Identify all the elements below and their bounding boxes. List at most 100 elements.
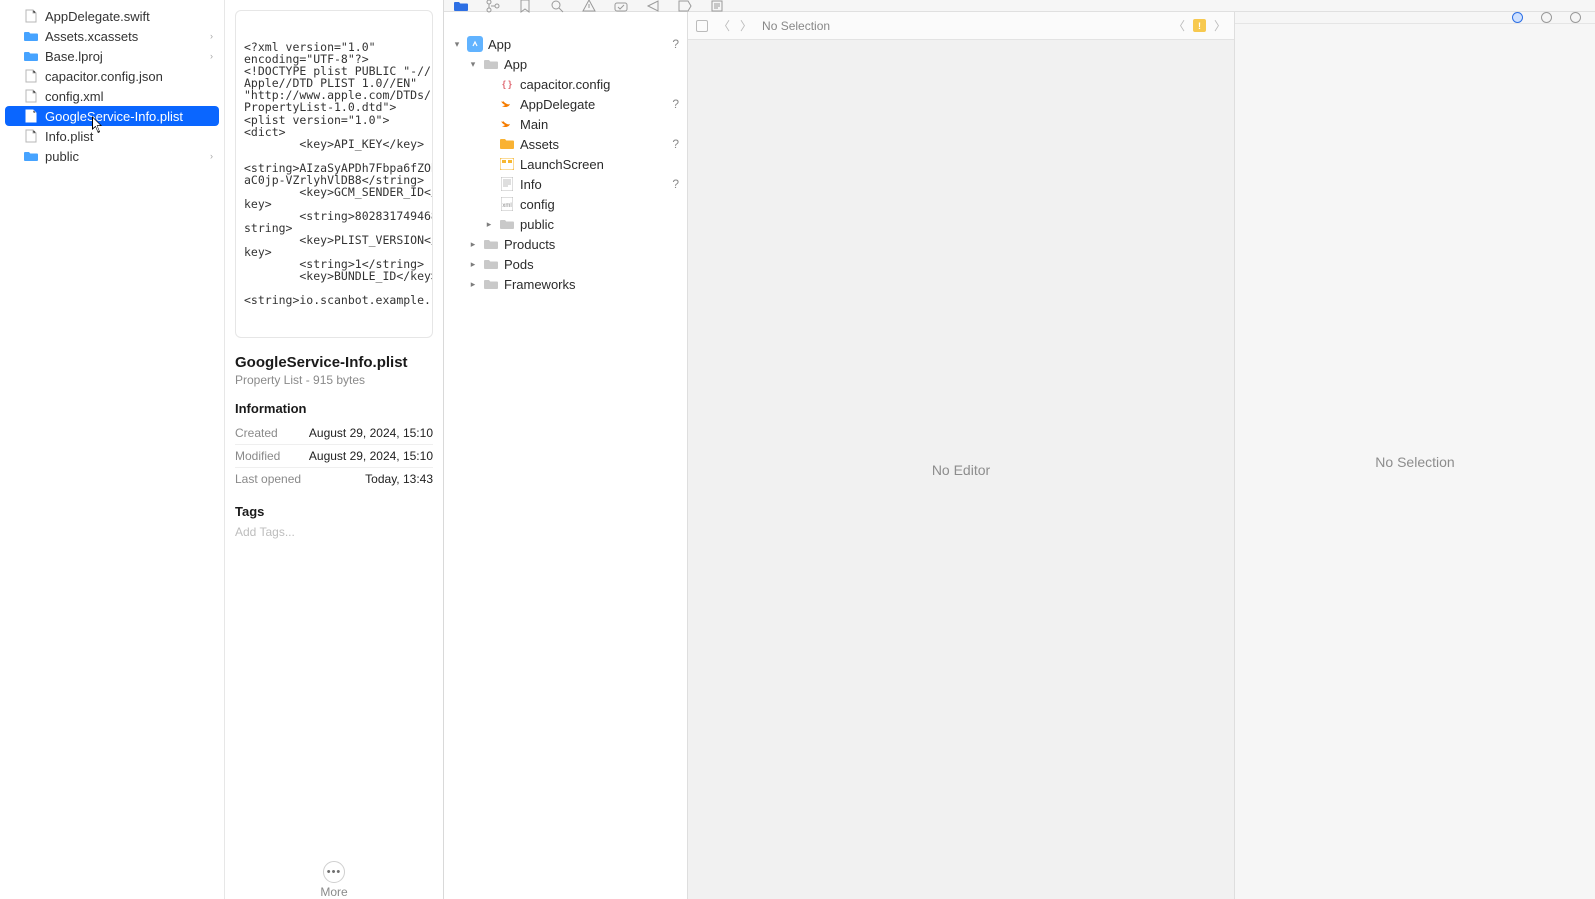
folder-icon — [483, 236, 499, 252]
preview-filename: GoogleService-Info.plist — [235, 354, 433, 371]
chevron-right-icon[interactable]: ▸ — [468, 259, 478, 270]
finder-window: AppDelegate.swiftAssets.xcassets›Base.lp… — [0, 0, 444, 899]
inspector-tabs[interactable] — [1235, 12, 1595, 24]
file-icon — [23, 109, 39, 123]
finder-item-appdelegate-swift[interactable]: AppDelegate.swift — [5, 6, 219, 26]
nav-label: Assets — [520, 137, 559, 152]
tests-icon[interactable] — [614, 0, 628, 13]
file-label: AppDelegate.swift — [45, 9, 150, 24]
file-preview-text: <?xml version="1.0" encoding="UTF-8"?> <… — [235, 10, 433, 338]
assets-icon — [499, 136, 515, 152]
project-navigator[interactable]: ▾App?▾App { }capacitor.config AppDelegat… — [444, 12, 688, 899]
nav-label: Products — [504, 237, 555, 252]
editor-placeholder: No Editor — [688, 40, 1234, 899]
file-inspector-icon[interactable] — [1512, 12, 1523, 23]
issues-icon[interactable] — [582, 0, 596, 13]
breakpoints-icon[interactable] — [678, 0, 692, 13]
info-value: Today, 13:43 — [365, 472, 433, 486]
svg-text:xml: xml — [502, 203, 511, 209]
chevron-right-icon[interactable]: › — [210, 151, 213, 161]
nav-item-frameworks[interactable]: ▸ Frameworks — [444, 274, 687, 294]
reports-icon[interactable] — [710, 0, 724, 13]
nav-item-config[interactable]: xml config — [444, 194, 687, 214]
history-forward-icon[interactable]: 〉 — [1214, 17, 1226, 34]
add-tags-field[interactable]: Add Tags... — [235, 525, 433, 539]
nav-item-pods[interactable]: ▸Pods — [444, 254, 687, 274]
finder-item-info-plist[interactable]: Info.plist — [5, 126, 219, 146]
scm-status-badge: ? — [672, 97, 679, 111]
chevron-right-icon[interactable]: ▸ — [484, 219, 494, 230]
file-label: Assets.xcassets — [45, 29, 138, 44]
swift-icon — [499, 96, 515, 112]
nav-item-info[interactable]: Info? — [444, 174, 687, 194]
xml-icon: xml — [499, 196, 515, 212]
file-icon — [23, 9, 39, 23]
finder-preview-pane: <?xml version="1.0" encoding="UTF-8"?> <… — [225, 0, 443, 899]
nav-label: public — [520, 217, 554, 232]
chevron-right-icon[interactable]: › — [210, 51, 213, 61]
info-value: August 29, 2024, 15:10 — [309, 449, 433, 463]
finder-file-list[interactable]: AppDelegate.swiftAssets.xcassets›Base.lp… — [0, 0, 225, 899]
help-inspector-icon[interactable] — [1570, 12, 1581, 23]
file-icon — [23, 129, 39, 143]
nav-item-app[interactable]: ▾App? — [444, 34, 687, 54]
preview-subtitle: Property List - 915 bytes — [235, 373, 433, 387]
chevron-right-icon[interactable]: ▸ — [468, 239, 478, 250]
nav-label: LaunchScreen — [520, 157, 604, 172]
file-preview-content: <?xml version="1.0" encoding="UTF-8"?> <… — [244, 41, 424, 306]
chevron-right-icon[interactable]: ▸ — [468, 279, 478, 290]
bookmark-icon[interactable] — [518, 0, 532, 13]
back-icon[interactable]: 〈 — [718, 17, 730, 34]
folder-icon — [23, 150, 39, 162]
file-icon — [23, 89, 39, 103]
debug-icon[interactable] — [646, 0, 660, 13]
nav-item-appdelegate[interactable]: AppDelegate? — [444, 94, 687, 114]
nav-item-main[interactable]: Main — [444, 114, 687, 134]
folder-icon[interactable] — [454, 0, 468, 13]
finder-item-base-lproj[interactable]: Base.lproj› — [5, 46, 219, 66]
file-label: GoogleService-Info.plist — [45, 109, 183, 124]
chevron-right-icon[interactable]: › — [210, 31, 213, 41]
nav-item-public[interactable]: ▸ public — [444, 214, 687, 234]
info-row-last-opened: Last openedToday, 13:43 — [235, 467, 433, 490]
nav-label: Frameworks — [504, 277, 576, 292]
swift-icon — [499, 116, 515, 132]
history-back-icon[interactable]: 〈 — [1173, 17, 1185, 34]
nav-item-launchscreen[interactable]: LaunchScreen — [444, 154, 687, 174]
find-icon[interactable] — [550, 0, 564, 13]
nav-label: config — [520, 197, 555, 212]
more-button[interactable]: ••• More — [235, 851, 433, 899]
forward-icon[interactable]: 〉 — [740, 17, 752, 34]
folder-icon — [499, 216, 515, 232]
plist-icon — [499, 176, 515, 192]
storyboard-icon — [499, 156, 515, 172]
info-key: Created — [235, 426, 278, 440]
scm-status-badge: ? — [672, 37, 679, 51]
nav-item-products[interactable]: ▸ Products — [444, 234, 687, 254]
file-icon — [23, 69, 39, 83]
nav-item-assets[interactable]: Assets? — [444, 134, 687, 154]
chevron-down-icon[interactable]: ▾ — [452, 39, 462, 50]
finder-item-googleservice-info-plist[interactable]: GoogleService-Info.plist — [5, 106, 219, 126]
tab-grid-icon[interactable] — [696, 20, 708, 32]
history-inspector-icon[interactable] — [1541, 12, 1552, 23]
finder-item-public[interactable]: public › — [5, 146, 219, 166]
chevron-down-icon[interactable]: ▾ — [468, 59, 478, 70]
nav-item-app[interactable]: ▾App — [444, 54, 687, 74]
jump-bar-text[interactable]: No Selection — [762, 19, 830, 33]
file-label: public — [45, 149, 79, 164]
warning-badge-icon[interactable]: ! — [1193, 19, 1206, 32]
info-value: August 29, 2024, 15:10 — [309, 426, 433, 440]
info-row-created: Created August 29, 2024, 15:10 — [235, 422, 433, 444]
finder-item-config-xml[interactable]: config.xml — [5, 86, 219, 106]
nav-label: Info — [520, 177, 542, 192]
source-control-icon[interactable] — [486, 0, 500, 13]
file-label: Info.plist — [45, 129, 93, 144]
folder-icon — [483, 56, 499, 72]
info-row-modified: ModifiedAugust 29, 2024, 15:10 — [235, 444, 433, 467]
finder-item-capacitor-config-json[interactable]: capacitor.config.json — [5, 66, 219, 86]
folder-icon — [23, 30, 39, 42]
nav-item-capacitor-config[interactable]: { }capacitor.config — [444, 74, 687, 94]
finder-item-assets-xcassets[interactable]: Assets.xcassets › — [5, 26, 219, 46]
json-icon: { } — [499, 76, 515, 92]
